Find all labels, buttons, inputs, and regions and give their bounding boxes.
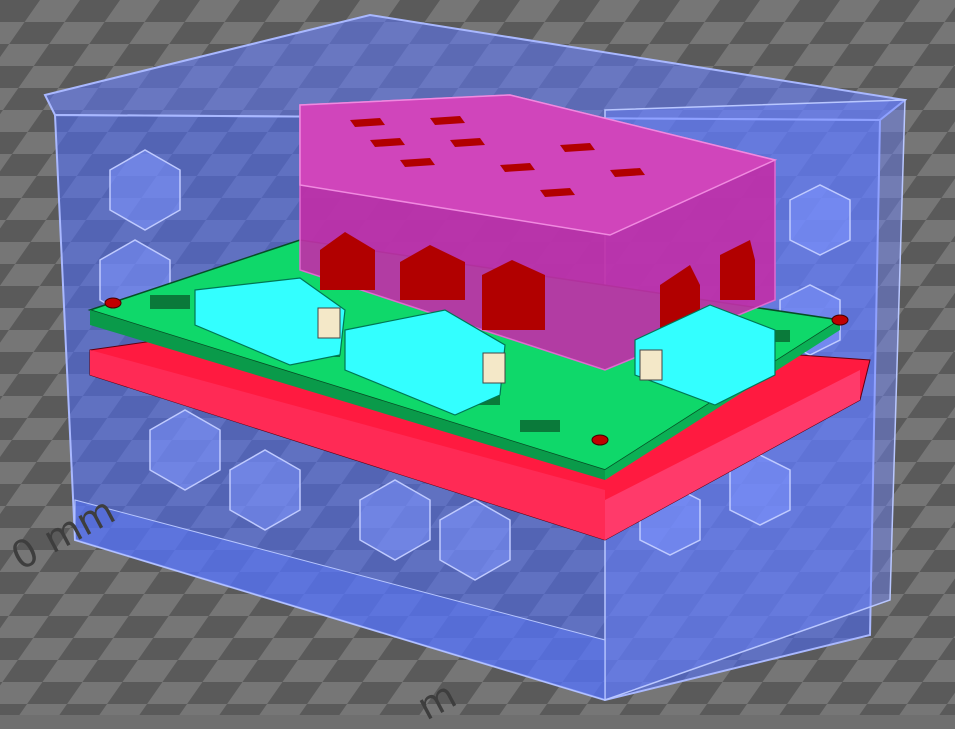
scene-canvas[interactable] [0,0,955,715]
3d-viewport[interactable]: 0 mm m [0,0,955,729]
